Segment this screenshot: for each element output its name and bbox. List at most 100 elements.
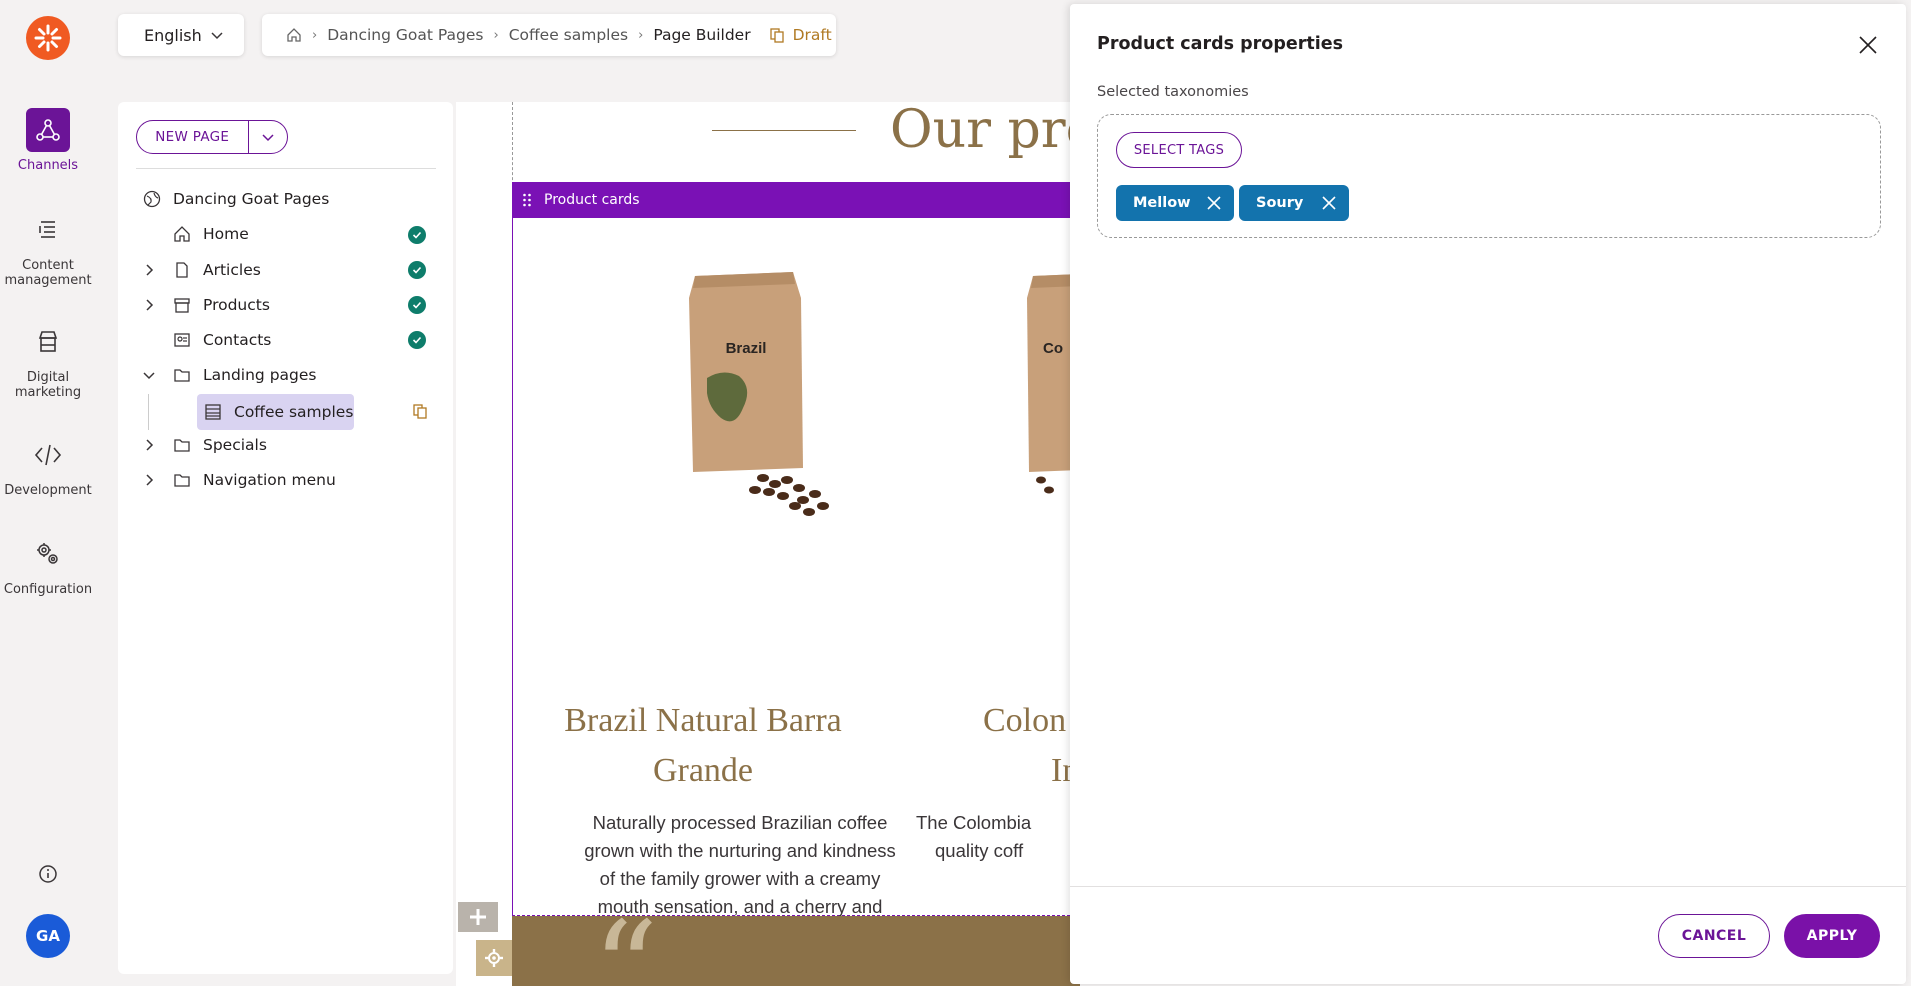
logo-icon <box>34 24 62 52</box>
user-avatar[interactable]: GA <box>26 914 70 958</box>
plus-icon <box>470 909 486 925</box>
tree-node-label: Dancing Goat Pages <box>173 190 330 208</box>
chevron-down-icon[interactable] <box>142 368 156 382</box>
tree-node-label: Products <box>203 296 270 314</box>
bag-label: Co <box>1043 340 1063 357</box>
tag-label: Soury <box>1256 195 1304 211</box>
tree-node-landing-pages[interactable]: Landing pages <box>172 360 316 390</box>
draft-status-label: Draft <box>792 26 832 44</box>
nav-content-management[interactable]: Content management <box>0 208 96 288</box>
published-check-icon <box>408 331 426 349</box>
tree-node-label: Navigation menu <box>203 471 336 489</box>
tag-chip-soury: Soury <box>1239 185 1349 221</box>
tag-chip-mellow: Mellow <box>1116 185 1234 221</box>
chevron-down-icon <box>211 32 223 40</box>
apply-button[interactable]: APPLY <box>1784 914 1880 958</box>
draft-icon <box>413 404 427 419</box>
cancel-button[interactable]: CANCEL <box>1658 914 1770 958</box>
tree-node-label: Coffee samples <box>234 403 354 421</box>
new-page-button[interactable]: NEW PAGE <box>136 120 288 154</box>
tree-node-label: Articles <box>203 261 261 279</box>
product-card-description: The Colombia <box>916 812 1032 833</box>
breadcrumb-separator: › <box>312 27 318 43</box>
tag-label: Mellow <box>1133 195 1191 211</box>
product-cards-widget[interactable]: Brazil Brazil Natural Barra Grande Natur… <box>512 218 1080 945</box>
widget-name: Product cards <box>544 192 640 208</box>
product-card-title: Colon <box>983 702 1067 739</box>
published-check-icon <box>408 296 426 314</box>
tree-node-label: Specials <box>203 436 267 454</box>
nav-configuration[interactable]: Configuration <box>0 532 96 597</box>
widget-properties-dialog: Product cards properties Selected taxono… <box>1070 4 1906 984</box>
remove-tag-icon[interactable] <box>1206 195 1222 211</box>
chevron-right-icon[interactable] <box>142 473 156 487</box>
breadcrumb-separator: › <box>493 27 499 43</box>
content-tree-panel: NEW PAGE Dancing Goat Pages Home Article… <box>118 102 453 974</box>
new-page-dropdown[interactable] <box>247 121 287 153</box>
tree-node-root[interactable]: Dancing Goat Pages <box>142 184 329 214</box>
digital-marketing-icon <box>26 320 70 364</box>
nav-digital-marketing[interactable]: Digital marketing <box>0 320 96 400</box>
breadcrumb-current: Page Builder <box>653 26 751 44</box>
chevron-right-icon[interactable] <box>142 438 156 452</box>
code-icon <box>26 433 70 477</box>
gears-icon <box>26 532 70 576</box>
kentico-logo[interactable] <box>26 16 70 60</box>
section-heading: Our previ <box>890 102 1080 160</box>
folder-icon <box>172 470 192 490</box>
drag-handle-icon[interactable] <box>522 192 532 208</box>
tree-node-label: Contacts <box>203 331 272 349</box>
select-tags-button[interactable]: SELECT TAGS <box>1116 132 1242 168</box>
breadcrumb-separator: › <box>638 27 644 43</box>
folder-icon <box>172 365 192 385</box>
draft-status: Draft <box>769 26 832 44</box>
tree-node-articles[interactable]: Articles <box>172 255 261 285</box>
product-card-title: Brazil Natural Barra Grande <box>564 702 842 789</box>
home-icon[interactable] <box>286 27 302 43</box>
chevron-down-icon <box>262 134 274 142</box>
language-selector[interactable]: English <box>118 14 244 56</box>
footer-divider <box>1070 886 1906 887</box>
nav-development[interactable]: Development <box>0 433 96 498</box>
section-settings-button[interactable] <box>476 940 512 976</box>
globe-icon <box>142 189 162 209</box>
chevron-right-icon[interactable] <box>142 298 156 312</box>
tree-node-home[interactable]: Home <box>172 219 249 249</box>
channels-icon <box>26 108 70 152</box>
add-widget-button[interactable] <box>458 902 498 932</box>
breadcrumb-item[interactable]: Coffee samples <box>509 26 628 44</box>
divider <box>136 168 436 169</box>
info-icon[interactable] <box>38 864 58 884</box>
testimonial-section: “ <box>512 904 1080 986</box>
remove-tag-icon[interactable] <box>1321 195 1337 211</box>
widget-header-bar[interactable]: Product cards <box>512 182 1080 218</box>
tree-node-specials[interactable]: Specials <box>172 430 267 460</box>
tree-node-label: Landing pages <box>203 366 317 384</box>
navigation-rail: Channels Content management Digital mark… <box>0 0 96 986</box>
box-icon <box>172 295 192 315</box>
tree-node-label: Home <box>203 225 249 243</box>
home-icon <box>172 224 192 244</box>
nav-digital-marketing-label: Digital marketing <box>14 370 82 400</box>
close-icon[interactable] <box>1857 34 1879 56</box>
tree-node-navigation-menu[interactable]: Navigation menu <box>172 465 336 495</box>
quote-mark: “ <box>592 893 659 986</box>
product-card-description: quality coff <box>935 840 1024 861</box>
gear-icon <box>485 949 503 967</box>
tree-node-products[interactable]: Products <box>172 290 270 320</box>
heading-decoration-line <box>712 130 856 131</box>
content-management-icon <box>26 208 70 252</box>
draft-icon <box>769 28 784 43</box>
breadcrumb-item[interactable]: Dancing Goat Pages <box>327 26 483 44</box>
breadcrumb: › Dancing Goat Pages › Coffee samples › … <box>262 14 836 56</box>
tree-node-coffee-samples[interactable]: Coffee samples <box>203 397 353 427</box>
nav-development-label: Development <box>4 483 92 498</box>
nav-channels[interactable]: Channels <box>0 108 96 173</box>
folder-icon <box>172 435 192 455</box>
chevron-right-icon[interactable] <box>142 263 156 277</box>
tree-node-contacts[interactable]: Contacts <box>172 325 271 355</box>
bag-label: Brazil <box>726 340 767 357</box>
new-page-label: NEW PAGE <box>155 129 230 145</box>
published-check-icon <box>408 226 426 244</box>
taxonomy-field-label: Selected taxonomies <box>1097 84 1249 100</box>
